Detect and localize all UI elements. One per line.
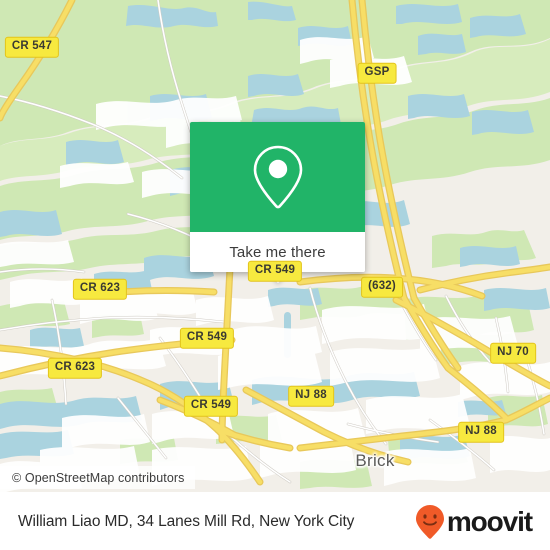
road-shield: CR 549 (183, 395, 239, 417)
map-pin-icon (253, 145, 302, 209)
moovit-logo[interactable]: moovit (415, 504, 533, 540)
road-shield: GSP (357, 62, 397, 84)
road-shield: CR 623 (72, 278, 128, 300)
road-shield: CR 549 (179, 327, 235, 349)
popup-header (190, 122, 365, 232)
road-shield: (632) (361, 276, 403, 298)
osm-attribution-text: © OpenStreetMap contributors (12, 470, 185, 485)
place-label-brick: Brick (355, 451, 395, 470)
moovit-smiley-pin-icon (415, 504, 444, 539)
road-shield: NJ 88 (288, 385, 334, 407)
footer-bar: William Liao MD, 34 Lanes Mill Rd, New Y… (0, 492, 550, 550)
road-shield: CR 549 (247, 260, 303, 282)
take-me-there-label: Take me there (229, 243, 326, 261)
map-viewport[interactable]: CR 547 GSP CR 623 (632) CR 549 NJ 70 CR … (0, 0, 550, 492)
map-screenshot: CR 547 GSP CR 623 (632) CR 549 NJ 70 CR … (0, 0, 550, 550)
osm-attribution[interactable]: © OpenStreetMap contributors (0, 466, 195, 489)
road-shield: NJ 88 (458, 421, 504, 443)
road-shield: CR 623 (47, 357, 103, 379)
place-title: William Liao MD, 34 Lanes Mill Rd, New Y… (18, 512, 355, 530)
road-shield: CR 547 (4, 36, 60, 58)
moovit-wordmark: moovit (446, 505, 533, 537)
location-popup[interactable]: Take me there (190, 122, 365, 283)
road-shield: NJ 70 (490, 342, 536, 364)
